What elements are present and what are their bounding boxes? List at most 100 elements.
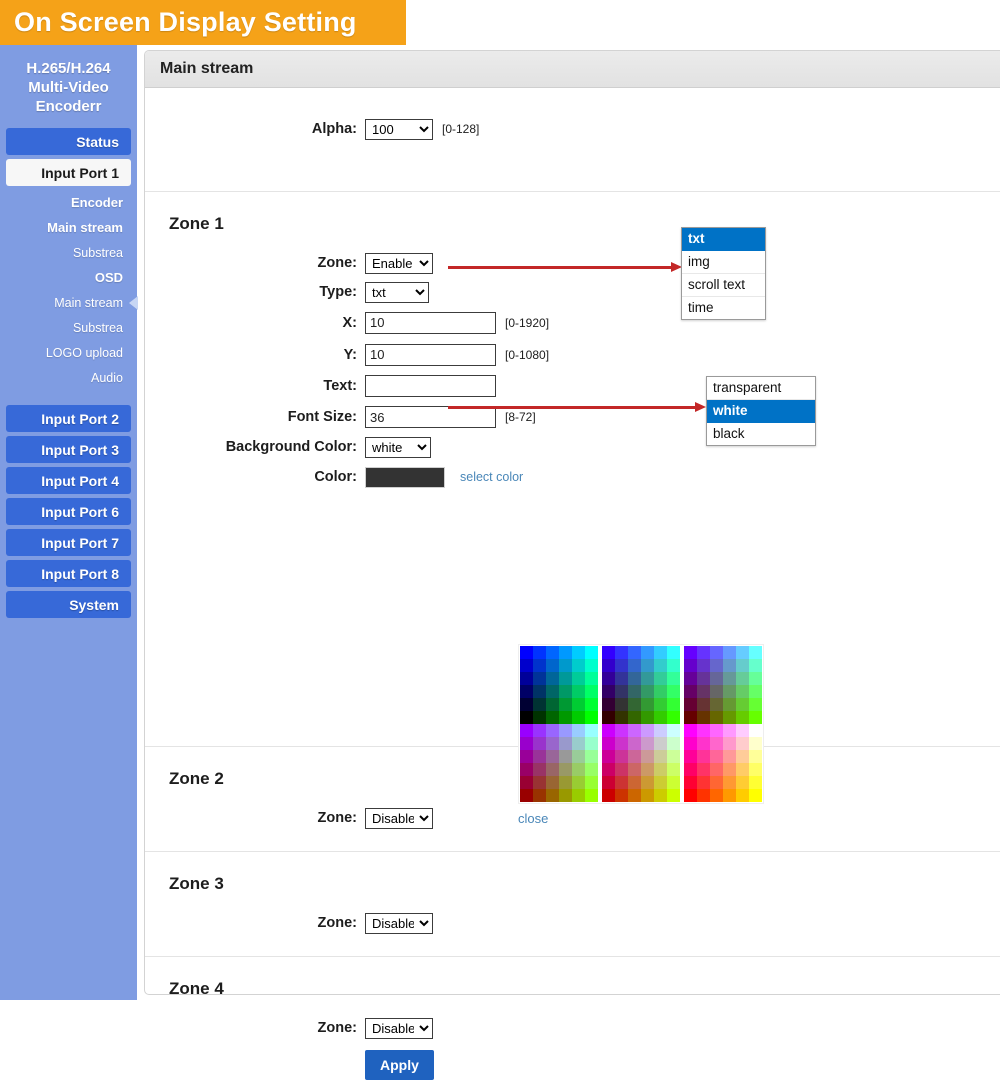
type-option-scroll-text[interactable]: scroll text	[682, 274, 765, 297]
color-swatch-cell[interactable]	[628, 672, 641, 685]
color-swatch-cell[interactable]	[684, 685, 697, 698]
color-swatch-cell[interactable]	[684, 659, 697, 672]
color-swatch-cell[interactable]	[585, 724, 598, 737]
color-swatch-cell[interactable]	[572, 659, 585, 672]
color-swatch-cell[interactable]	[749, 672, 762, 685]
color-swatch-cell[interactable]	[520, 672, 533, 685]
color-swatch-cell[interactable]	[615, 646, 628, 659]
sidebar-item-input-port-1[interactable]: Input Port 1	[6, 159, 131, 186]
color-swatch-cell[interactable]	[546, 672, 559, 685]
color-swatch-cell[interactable]	[641, 659, 654, 672]
sidebar-item-system[interactable]: System	[6, 591, 131, 618]
color-swatch-cell[interactable]	[615, 672, 628, 685]
bg-option-black[interactable]: black	[707, 423, 815, 445]
color-swatch-cell[interactable]	[533, 711, 546, 724]
color-swatch-cell[interactable]	[667, 672, 680, 685]
sidebar-item-audio[interactable]: Audio	[0, 365, 137, 390]
color-swatch-cell[interactable]	[615, 724, 628, 737]
sidebar-item-osd-main-stream[interactable]: Main stream	[0, 290, 137, 315]
color-swatch-cell[interactable]	[697, 698, 710, 711]
sidebar-item-input-port-7[interactable]: Input Port 7	[6, 529, 131, 556]
color-swatch-cell[interactable]	[654, 685, 667, 698]
color-swatch-cell[interactable]	[723, 685, 736, 698]
color-swatch-cell[interactable]	[749, 724, 762, 737]
color-swatch-cell[interactable]	[641, 711, 654, 724]
color-swatch-cell[interactable]	[572, 698, 585, 711]
color-swatch-cell[interactable]	[684, 646, 697, 659]
color-swatch-cell[interactable]	[602, 711, 615, 724]
color-swatch-cell[interactable]	[697, 646, 710, 659]
alpha-select[interactable]: 100	[365, 119, 433, 140]
color-swatch-cell[interactable]	[641, 646, 654, 659]
sidebar-item-osd-substream[interactable]: Substrea	[0, 315, 137, 340]
color-swatch-cell[interactable]	[667, 659, 680, 672]
color-swatch-cell[interactable]	[520, 724, 533, 737]
color-swatch-cell[interactable]	[667, 724, 680, 737]
bg-option-white[interactable]: white	[707, 400, 815, 423]
color-swatch-cell[interactable]	[710, 672, 723, 685]
color-swatch-cell[interactable]	[628, 685, 641, 698]
color-swatch-cell[interactable]	[684, 724, 697, 737]
color-swatch-cell[interactable]	[710, 659, 723, 672]
color-swatch-cell[interactable]	[615, 685, 628, 698]
color-swatch-cell[interactable]	[602, 698, 615, 711]
color-swatch-cell[interactable]	[736, 646, 749, 659]
color-swatch-cell[interactable]	[520, 659, 533, 672]
zone3-zone-select[interactable]: Disable	[365, 913, 433, 934]
zone1-zone-select[interactable]: Enable	[365, 253, 433, 274]
color-swatch-cell[interactable]	[615, 711, 628, 724]
color-swatch-cell[interactable]	[654, 711, 667, 724]
zone1-text-input[interactable]	[365, 375, 496, 397]
color-swatch-cell[interactable]	[723, 711, 736, 724]
bg-option-transparent[interactable]: transparent	[707, 377, 815, 400]
color-swatch-cell[interactable]	[572, 646, 585, 659]
color-swatch-cell[interactable]	[546, 646, 559, 659]
color-swatch-cell[interactable]	[697, 711, 710, 724]
color-swatch-cell[interactable]	[697, 659, 710, 672]
color-swatch-cell[interactable]	[723, 724, 736, 737]
color-swatch-cell[interactable]	[710, 711, 723, 724]
color-swatch-cell[interactable]	[736, 685, 749, 698]
color-swatch-cell[interactable]	[654, 646, 667, 659]
color-swatch-cell[interactable]	[602, 672, 615, 685]
color-swatch-cell[interactable]	[654, 659, 667, 672]
apply-button[interactable]: Apply	[365, 1050, 434, 1080]
color-swatch-cell[interactable]	[723, 698, 736, 711]
sidebar-item-input-port-2[interactable]: Input Port 2	[6, 405, 131, 432]
color-swatch-cell[interactable]	[520, 646, 533, 659]
color-swatch-cell[interactable]	[546, 685, 559, 698]
zone1-y-input[interactable]	[365, 344, 496, 366]
color-swatch-cell[interactable]	[533, 646, 546, 659]
color-swatch-cell[interactable]	[628, 659, 641, 672]
color-swatch-cell[interactable]	[585, 711, 598, 724]
color-swatch-cell[interactable]	[749, 659, 762, 672]
type-option-time[interactable]: time	[682, 297, 765, 319]
color-swatch-cell[interactable]	[559, 672, 572, 685]
color-swatch-cell[interactable]	[585, 672, 598, 685]
color-swatch-cell[interactable]	[697, 672, 710, 685]
color-swatch-cell[interactable]	[749, 711, 762, 724]
color-swatch-cell[interactable]	[602, 646, 615, 659]
sidebar-item-encoder-substream[interactable]: Substrea	[0, 240, 137, 265]
color-swatch-cell[interactable]	[628, 711, 641, 724]
color-swatch-cell[interactable]	[667, 711, 680, 724]
color-swatch-cell[interactable]	[667, 646, 680, 659]
color-swatch-cell[interactable]	[520, 711, 533, 724]
color-swatch-cell[interactable]	[546, 724, 559, 737]
color-swatch-cell[interactable]	[559, 685, 572, 698]
color-swatch-cell[interactable]	[559, 711, 572, 724]
color-swatch-cell[interactable]	[723, 672, 736, 685]
zone2-zone-select[interactable]: Disable	[365, 808, 433, 829]
sidebar-item-logo-upload[interactable]: LOGO upload	[0, 340, 137, 365]
type-option-txt[interactable]: txt	[682, 228, 765, 251]
color-swatch-cell[interactable]	[572, 711, 585, 724]
color-swatch-cell[interactable]	[546, 659, 559, 672]
sidebar-item-encoder[interactable]: Encoder	[0, 190, 137, 215]
color-swatch-cell[interactable]	[546, 711, 559, 724]
color-swatch-cell[interactable]	[628, 724, 641, 737]
color-swatch-cell[interactable]	[533, 698, 546, 711]
zone1-background-color-select[interactable]: white	[365, 437, 431, 458]
color-swatch-cell[interactable]	[749, 698, 762, 711]
color-swatch-cell[interactable]	[533, 659, 546, 672]
color-swatch-cell[interactable]	[654, 698, 667, 711]
